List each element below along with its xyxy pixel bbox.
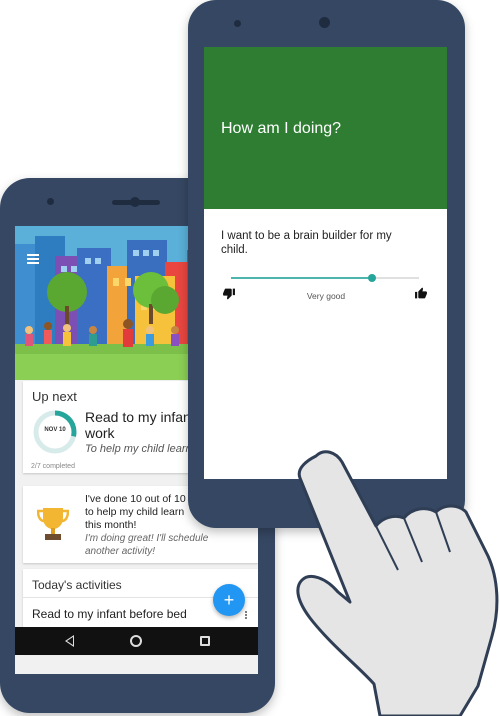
- front-sensor: [47, 198, 54, 205]
- self-rating-statement: I want to be a brain builder for my chil…: [221, 230, 392, 256]
- menu-icon[interactable]: [27, 254, 39, 264]
- activity-goal: To help my child learn: [85, 443, 192, 455]
- front-sensor: [234, 20, 241, 27]
- activity-list-item[interactable]: Read to my infant before bed: [32, 607, 187, 621]
- todays-activities-title: Today's activities: [32, 578, 122, 592]
- rating-label: Very good: [306, 291, 346, 301]
- thumbs-up-icon[interactable]: [414, 287, 428, 300]
- front-phone-screen: How am I doing? I want to be a brain bui…: [204, 47, 447, 479]
- completed-count: 2/7 completed: [31, 463, 75, 470]
- achievement-subtext: I'm doing great! I'll schedule another a…: [85, 533, 209, 557]
- rating-slider[interactable]: [231, 274, 419, 282]
- page-title: How am I doing?: [221, 120, 342, 137]
- up-next-title: Up next: [32, 389, 77, 404]
- back-nav-icon[interactable]: [65, 635, 74, 647]
- front-camera: [130, 197, 140, 207]
- recents-nav-icon[interactable]: [200, 636, 210, 646]
- more-options-icon[interactable]: [245, 611, 248, 620]
- front-camera: [319, 17, 330, 28]
- android-nav-bar: [15, 627, 258, 655]
- trophy-icon: [37, 508, 69, 540]
- slider-thumb[interactable]: [368, 274, 376, 282]
- header: How am I doing?: [204, 47, 447, 209]
- thumbs-down-icon[interactable]: [222, 287, 236, 300]
- pointing-hand-illustration: [296, 450, 499, 716]
- slider-fill: [231, 277, 372, 279]
- add-activity-button[interactable]: +: [213, 584, 245, 616]
- activity-date: NOV 10: [44, 427, 66, 433]
- home-nav-icon[interactable]: [130, 635, 142, 647]
